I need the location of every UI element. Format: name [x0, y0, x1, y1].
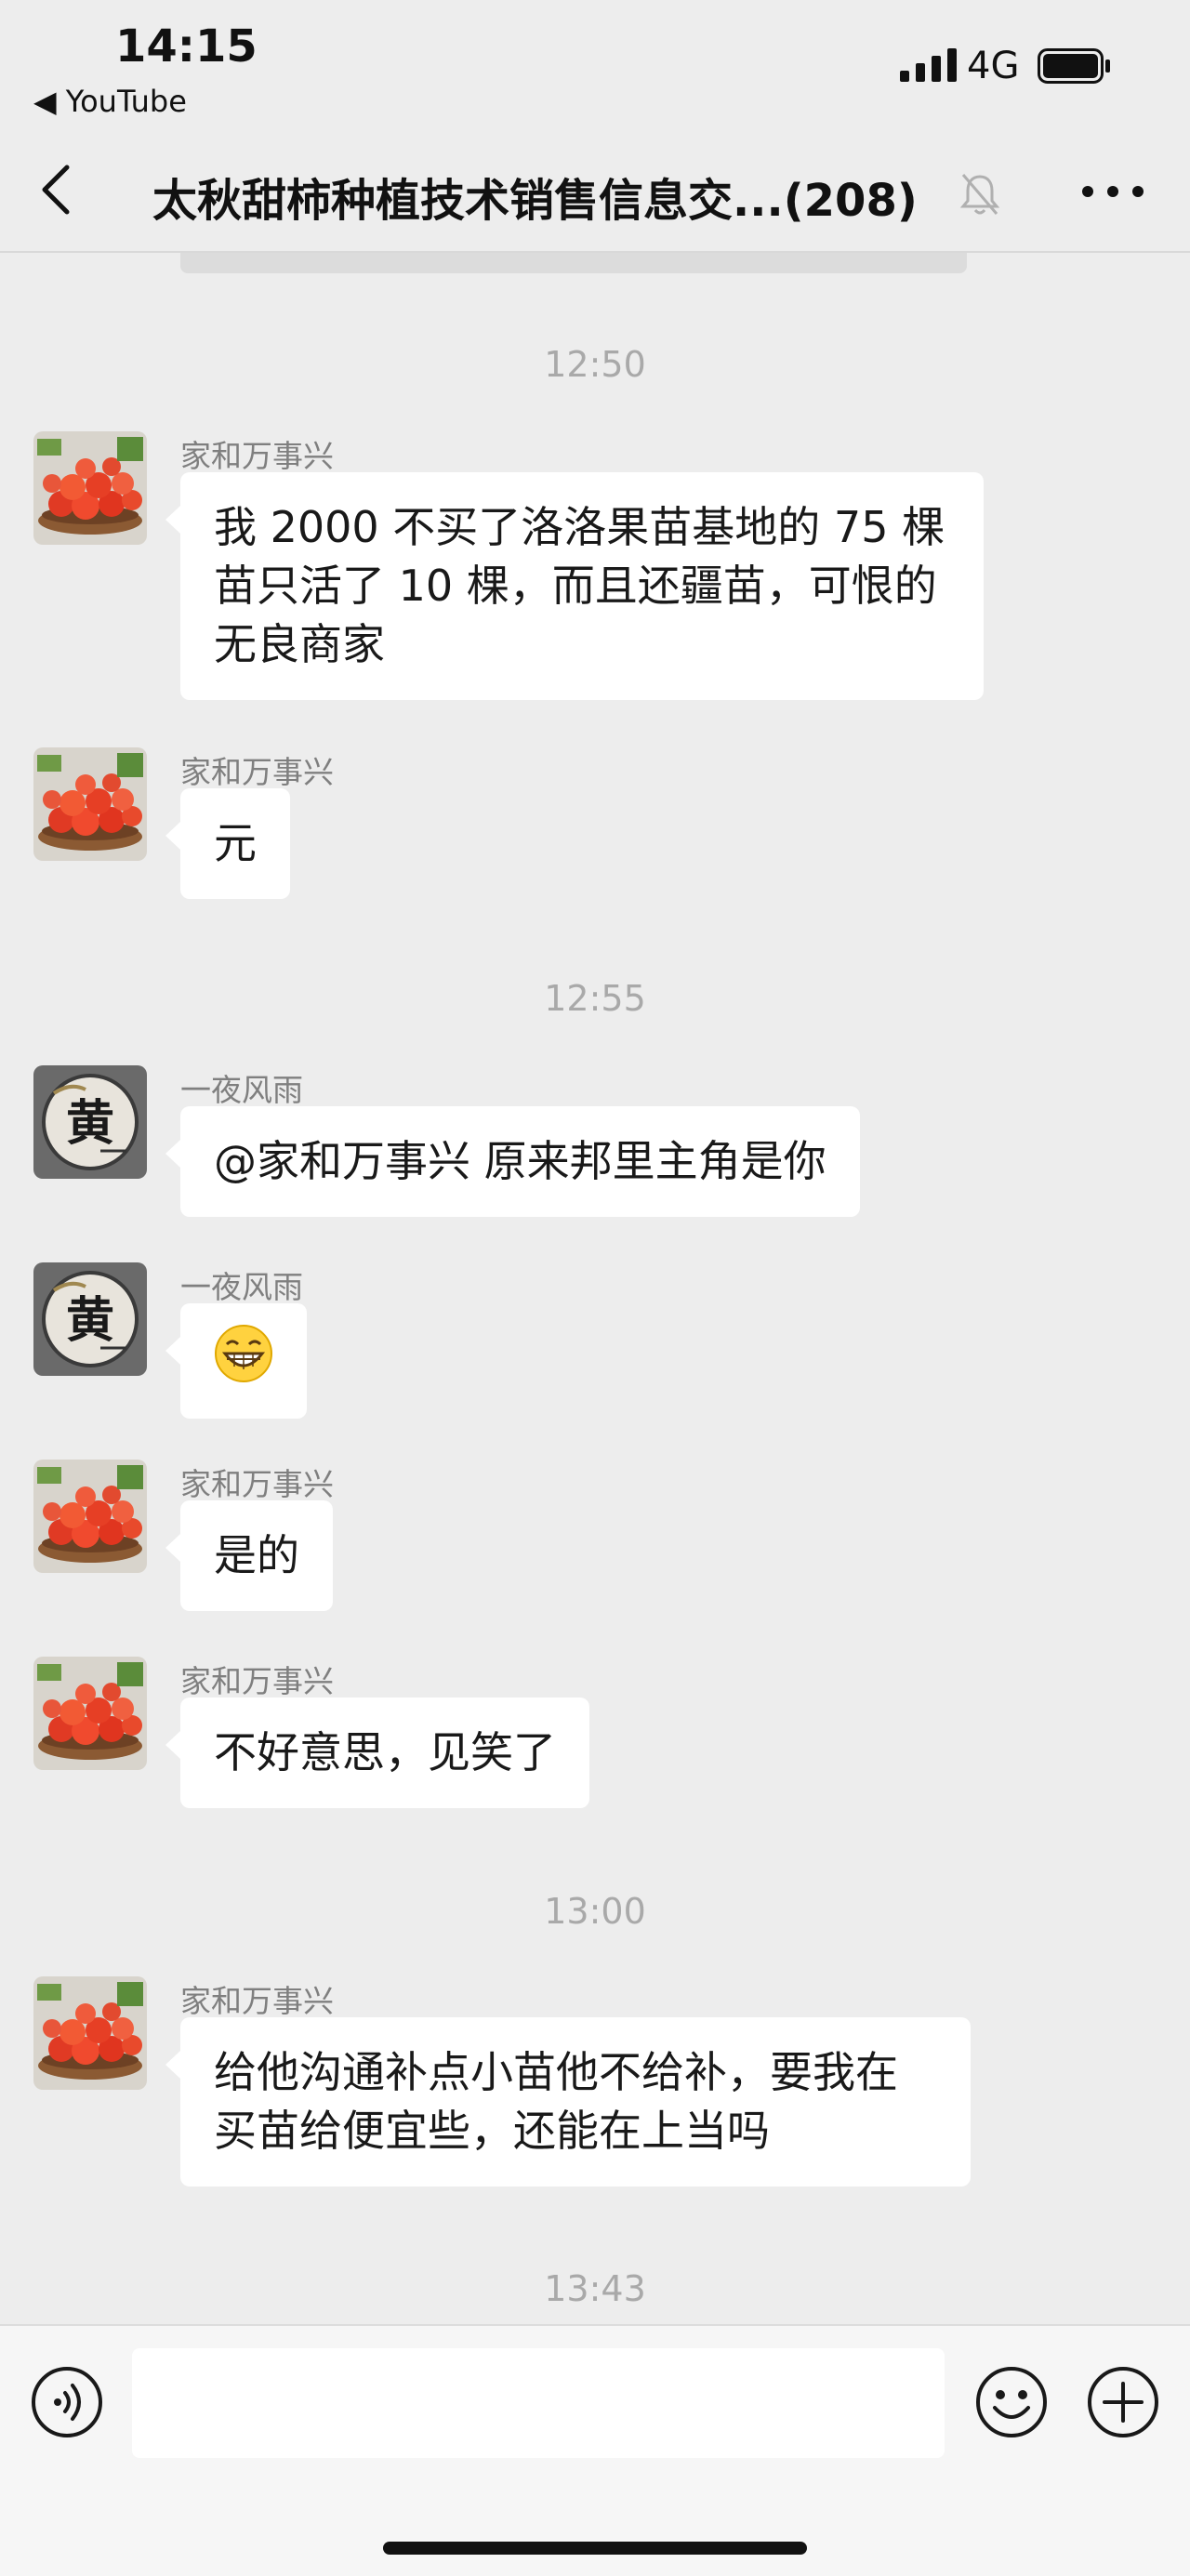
- plus-icon[interactable]: [1086, 2365, 1160, 2439]
- sender-name: 一夜风雨: [180, 1072, 303, 1108]
- back-to-app-link[interactable]: ◀ YouTube: [33, 84, 187, 119]
- time-separator: 12:55: [544, 978, 646, 1019]
- message-input-bar: [0, 2324, 1190, 2576]
- more-dots-icon[interactable]: [1080, 184, 1145, 199]
- sender-name: 家和万事兴: [180, 1663, 334, 1699]
- time-separator: 13:00: [544, 1891, 646, 1932]
- previous-message-bubble: [180, 253, 967, 273]
- emoji-icon[interactable]: [974, 2365, 1049, 2439]
- message-input[interactable]: [132, 2348, 945, 2458]
- time-separator: 12:50: [544, 344, 646, 385]
- voice-icon[interactable]: [30, 2365, 104, 2439]
- chat-message-list[interactable]: 12:50 家和万事兴 我 2000 不买了洛洛果苗基地的 75 棵苗只活了 1…: [0, 253, 1190, 2324]
- sender-name: 家和万事兴: [180, 1983, 334, 2019]
- persimmon-avatar[interactable]: [33, 1657, 147, 1770]
- message-bubble[interactable]: [165, 1303, 307, 1419]
- message-bubble[interactable]: 给他沟通补点小苗他不给补，要我在买苗给便宜些，还能在上当吗: [165, 2017, 971, 2186]
- sender-name: 家和万事兴: [180, 438, 334, 474]
- sender-name: 家和万事兴: [180, 1466, 334, 1502]
- grinning-face-icon: [215, 1325, 272, 1382]
- network-type: 4G: [967, 45, 1020, 87]
- svg-text:黄: 黄: [66, 1292, 114, 1349]
- status-time: 14:15: [115, 20, 258, 73]
- message-bubble[interactable]: 元: [165, 788, 290, 899]
- persimmon-avatar[interactable]: [33, 1460, 147, 1573]
- persimmon-avatar[interactable]: [33, 747, 147, 861]
- sender-name: 一夜风雨: [180, 1269, 303, 1305]
- message-bubble[interactable]: @家和万事兴 原来邦里主角是你: [165, 1106, 860, 1217]
- bell-off-icon: [959, 174, 1000, 215]
- svg-text:黄: 黄: [66, 1095, 114, 1152]
- home-indicator[interactable]: [383, 2542, 807, 2555]
- calligraphy-avatar[interactable]: 黄: [33, 1262, 147, 1376]
- chevron-left-icon[interactable]: [37, 162, 74, 218]
- message-bubble[interactable]: 是的: [165, 1500, 333, 1611]
- calligraphy-avatar[interactable]: 黄: [33, 1065, 147, 1179]
- message-bubble[interactable]: 我 2000 不买了洛洛果苗基地的 75 棵苗只活了 10 棵，而且还疆苗，可恨…: [165, 472, 984, 700]
- persimmon-avatar[interactable]: [33, 1976, 147, 2090]
- message-bubble[interactable]: 不好意思，见笑了: [165, 1698, 589, 1808]
- battery-icon: [1038, 48, 1110, 84]
- chat-title: 太秋甜柿种植技术销售信息交...(208): [152, 175, 918, 227]
- signal-icon: [900, 48, 957, 82]
- sender-name: 家和万事兴: [180, 754, 334, 790]
- time-separator: 13:43: [544, 2268, 646, 2309]
- status-bar: 14:15 ◀ YouTube 4G: [0, 0, 1190, 130]
- chat-header: 太秋甜柿种植技术销售信息交...(208): [0, 130, 1190, 253]
- persimmon-avatar[interactable]: [33, 431, 147, 545]
